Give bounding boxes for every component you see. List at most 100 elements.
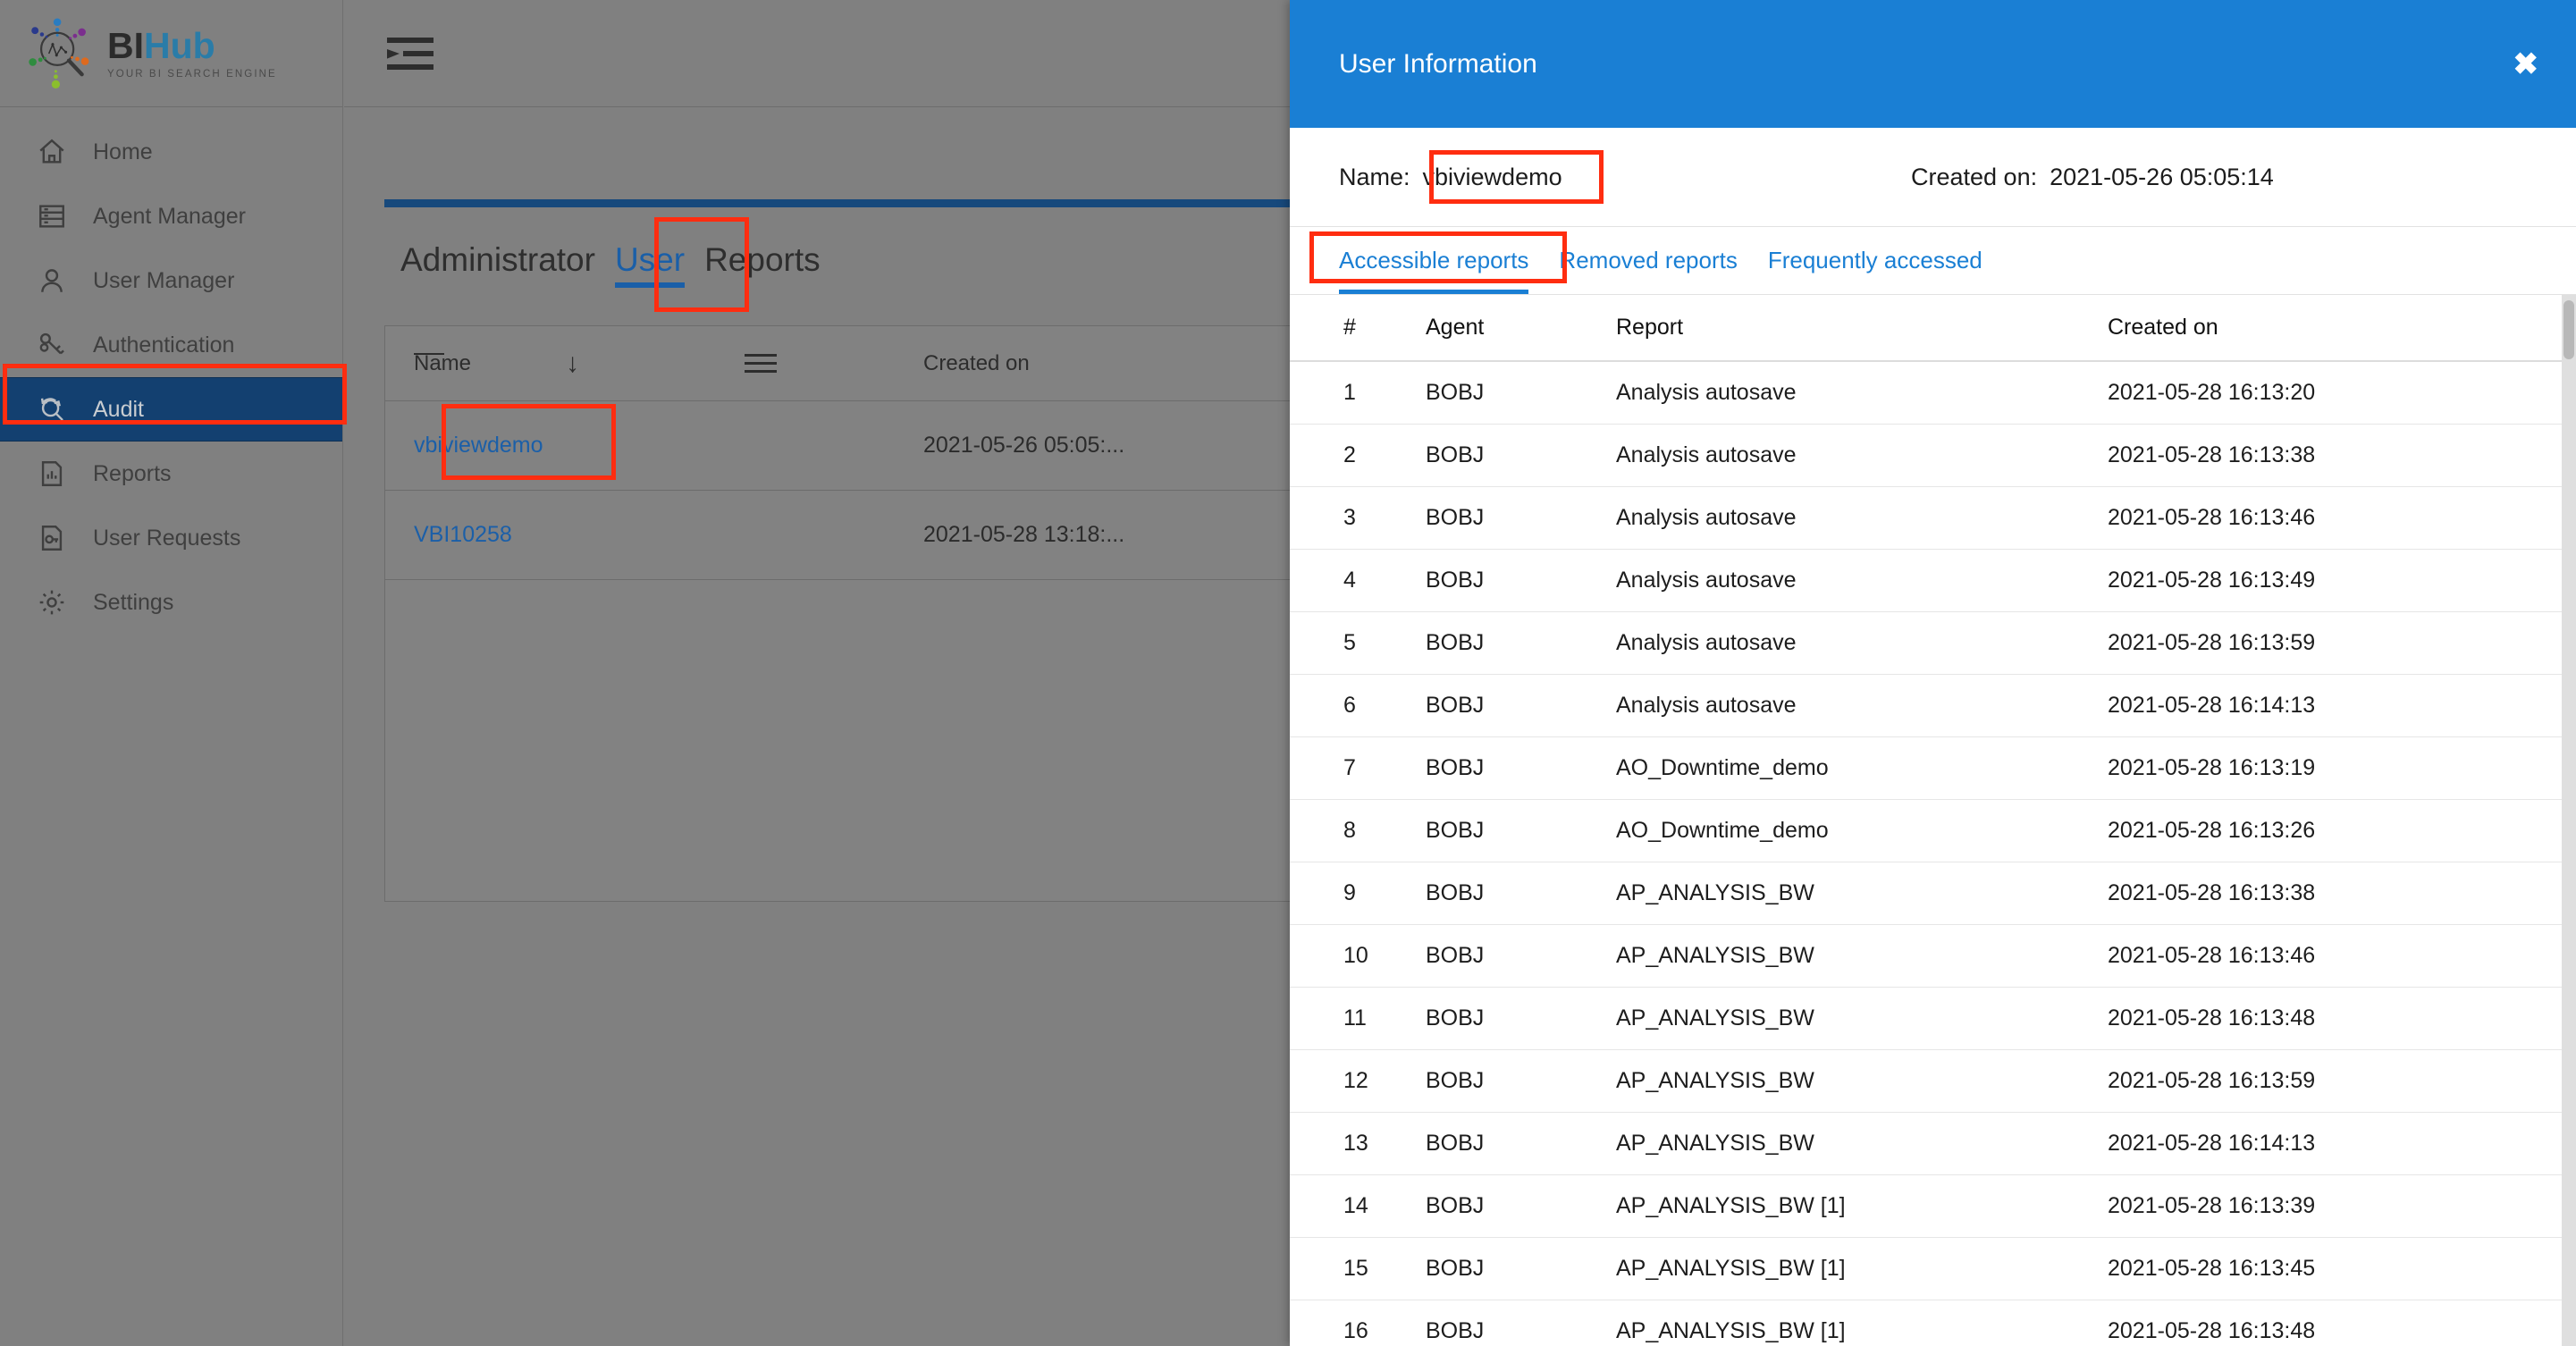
report-agent: BOBJ bbox=[1426, 880, 1485, 905]
table-row[interactable]: 5 BOBJ Analysis autosave 2021-05-28 16:13:5… bbox=[1290, 612, 2576, 675]
sidebar-item-label: Settings bbox=[93, 589, 174, 615]
table-row[interactable]: 6 BOBJ Analysis autosave 2021-05-28 16:14:1… bbox=[1290, 675, 2576, 737]
table-row[interactable]: 9 BOBJ AP_ANALYSIS_BW 2021-05-28 16:13:38 bbox=[1290, 862, 2576, 925]
brand-bi: BI bbox=[107, 24, 144, 66]
sidebar-item-agent-manager[interactable]: Agent Manager bbox=[0, 184, 342, 248]
report-number: 14 bbox=[1343, 1193, 1368, 1218]
reports-table-body: 1 BOBJ Analysis autosave 2021-05-28 16:13:2… bbox=[1290, 362, 2576, 1346]
brand-logo[interactable]: BIHub YOUR BI SEARCH ENGINE bbox=[0, 0, 342, 107]
user-name-link[interactable]: vbiviewdemo bbox=[414, 433, 923, 458]
sidebar-item-label: User Requests bbox=[93, 525, 241, 551]
table-row[interactable]: 13 BOBJ AP_ANALYSIS_BW 2021-05-28 16:14:13 bbox=[1290, 1113, 2576, 1175]
report-number: 8 bbox=[1343, 818, 1356, 843]
report-name: Analysis autosave bbox=[1616, 693, 1797, 718]
reports-table-header: # Agent Report Created on bbox=[1290, 295, 2576, 362]
report-created-on: 2021-05-28 16:13:38 bbox=[2108, 442, 2316, 467]
person-icon bbox=[32, 261, 72, 300]
report-agent: BOBJ bbox=[1426, 380, 1485, 405]
report-agent: BOBJ bbox=[1426, 943, 1485, 968]
user-information-modal: User Information ✖ Name: vbiviewdemo Cre… bbox=[1290, 0, 2576, 1346]
reports-scrollbar[interactable] bbox=[2562, 295, 2576, 1346]
table-row[interactable]: 16 BOBJ AP_ANALYSIS_BW [1] 2021-05-28 16:13… bbox=[1290, 1300, 2576, 1346]
sidebar-item-label: Reports bbox=[93, 460, 172, 486]
brand-hub: Hub bbox=[144, 24, 215, 66]
sort-descending-arrow-icon[interactable]: ↓ bbox=[566, 349, 745, 379]
report-agent: BOBJ bbox=[1426, 1005, 1485, 1031]
report-agent: BOBJ bbox=[1426, 818, 1485, 843]
report-chart-icon bbox=[32, 454, 72, 493]
tab-accessible-reports[interactable]: Accessible reports bbox=[1339, 227, 1529, 294]
report-created-on: 2021-05-28 16:13:49 bbox=[2108, 568, 2316, 593]
sidebar-item-home[interactable]: Home bbox=[0, 120, 342, 184]
scrollbar-thumb[interactable] bbox=[2563, 300, 2574, 359]
modal-tabs: Accessible reports Removed reports Frequ… bbox=[1290, 227, 2576, 295]
report-number: 5 bbox=[1343, 630, 1356, 655]
modal-header: User Information ✖ bbox=[1290, 0, 2576, 128]
table-row[interactable]: 15 BOBJ AP_ANALYSIS_BW [1] 2021-05-28 16:13… bbox=[1290, 1238, 2576, 1300]
report-agent: BOBJ bbox=[1426, 442, 1485, 467]
report-name: Analysis autosave bbox=[1616, 505, 1797, 530]
hamburger-menu-icon[interactable] bbox=[745, 349, 923, 378]
report-name: AP_ANALYSIS_BW bbox=[1616, 1068, 1814, 1093]
close-icon[interactable]: ✖ bbox=[2513, 49, 2539, 80]
sidebar-item-audit[interactable]: Audit bbox=[0, 377, 342, 442]
report-number: 11 bbox=[1343, 1005, 1367, 1031]
user-created-on: 2021-05-26 05:05:... bbox=[923, 433, 1125, 458]
report-name: Analysis autosave bbox=[1616, 380, 1797, 405]
brand-text: BIHub YOUR BI SEARCH ENGINE bbox=[107, 24, 277, 80]
document-key-icon bbox=[32, 518, 72, 558]
gear-icon bbox=[32, 583, 72, 622]
report-name: AP_ANALYSIS_BW [1] bbox=[1616, 1318, 1846, 1343]
table-row[interactable]: 12 BOBJ AP_ANALYSIS_BW 2021-05-28 16:13:59 bbox=[1290, 1050, 2576, 1113]
magnifier-chart-logo-icon bbox=[29, 17, 89, 88]
report-created-on: 2021-05-28 16:13:45 bbox=[2108, 1256, 2316, 1281]
report-number: 9 bbox=[1343, 880, 1356, 905]
sidebar-item-authentication[interactable]: Authentication bbox=[0, 313, 342, 377]
table-row[interactable]: 14 BOBJ AP_ANALYSIS_BW [1] 2021-05-28 16:13… bbox=[1290, 1175, 2576, 1238]
list-rows-icon bbox=[32, 197, 72, 236]
report-agent: BOBJ bbox=[1426, 630, 1485, 655]
table-row[interactable]: 11 BOBJ AP_ANALYSIS_BW 2021-05-28 16:13:48 bbox=[1290, 988, 2576, 1050]
created-on-label: Created on: bbox=[1911, 163, 2038, 190]
table-row[interactable]: 10 BOBJ AP_ANALYSIS_BW 2021-05-28 16:13:46 bbox=[1290, 925, 2576, 988]
table-row[interactable]: 4 BOBJ Analysis autosave 2021-05-28 16:13:4… bbox=[1290, 550, 2576, 612]
report-created-on: 2021-05-28 16:13:39 bbox=[2108, 1193, 2316, 1218]
report-number: 10 bbox=[1343, 943, 1368, 968]
table-row[interactable]: 7 BOBJ AO_Downtime_demo 2021-05-28 16:13:19 bbox=[1290, 737, 2576, 800]
tab-administrator[interactable]: Administrator bbox=[400, 241, 595, 288]
report-created-on: 2021-05-28 16:13:46 bbox=[2108, 943, 2316, 968]
column-header-created-on: Created on bbox=[2108, 315, 2218, 340]
report-name: AP_ANALYSIS_BW [1] bbox=[1616, 1193, 1846, 1218]
table-row[interactable]: 2 BOBJ Analysis autosave 2021-05-28 16:13:3… bbox=[1290, 425, 2576, 487]
column-header-name[interactable]: Name bbox=[414, 351, 566, 376]
modal-meta-row: Name: vbiviewdemo Created on: 2021-05-26… bbox=[1290, 128, 2576, 227]
sidebar-item-settings[interactable]: Settings bbox=[0, 570, 342, 635]
sidebar-item-user-requests[interactable]: User Requests bbox=[0, 506, 342, 570]
tab-user[interactable]: User bbox=[614, 241, 686, 288]
user-created-on: 2021-05-28 13:18:... bbox=[923, 522, 1125, 547]
keys-icon bbox=[32, 325, 72, 365]
sidebar-item-label: Audit bbox=[93, 396, 144, 422]
tab-reports[interactable]: Reports bbox=[704, 241, 821, 288]
menu-collapse-icon[interactable] bbox=[387, 35, 434, 72]
table-row[interactable]: 3 BOBJ Analysis autosave 2021-05-28 16:13:4… bbox=[1290, 487, 2576, 550]
report-agent: BOBJ bbox=[1426, 1131, 1485, 1156]
user-name-link[interactable]: VBI10258 bbox=[414, 522, 923, 548]
report-number: 12 bbox=[1343, 1068, 1368, 1093]
tab-frequently-accessed[interactable]: Frequently accessed bbox=[1768, 227, 1983, 294]
tab-removed-reports[interactable]: Removed reports bbox=[1559, 227, 1737, 294]
report-number: 2 bbox=[1343, 442, 1356, 467]
report-name: AP_ANALYSIS_BW bbox=[1616, 1131, 1814, 1156]
report-name: AO_Downtime_demo bbox=[1616, 755, 1829, 780]
report-created-on: 2021-05-28 16:13:48 bbox=[2108, 1005, 2316, 1031]
table-row[interactable]: 8 BOBJ AO_Downtime_demo 2021-05-28 16:13:26 bbox=[1290, 800, 2576, 862]
report-number: 3 bbox=[1343, 505, 1356, 530]
sidebar-item-reports[interactable]: Reports bbox=[0, 442, 342, 506]
name-label: Name: bbox=[1339, 163, 1410, 190]
table-row[interactable]: 1 BOBJ Analysis autosave 2021-05-28 16:13:2… bbox=[1290, 362, 2576, 425]
column-header-report: Report bbox=[1616, 315, 1684, 340]
report-number: 15 bbox=[1343, 1256, 1368, 1281]
report-name: AP_ANALYSIS_BW [1] bbox=[1616, 1256, 1846, 1281]
report-agent: BOBJ bbox=[1426, 755, 1485, 780]
sidebar-item-user-manager[interactable]: User Manager bbox=[0, 248, 342, 313]
